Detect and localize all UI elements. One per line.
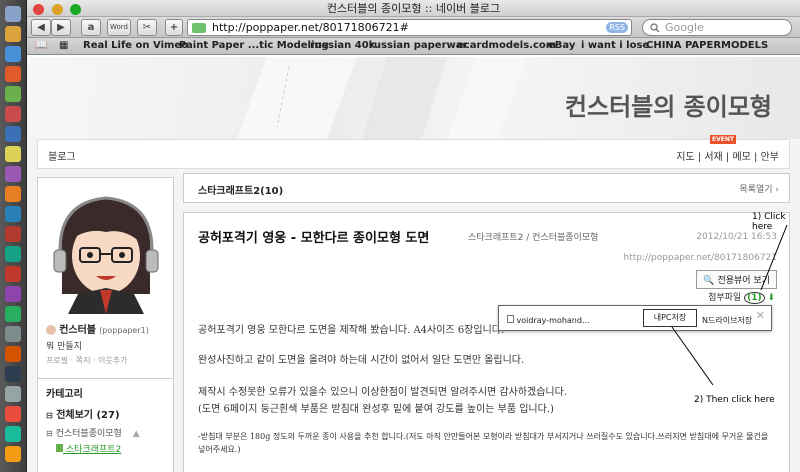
category-label: 컨스터블종이모형 <box>55 429 122 439</box>
back-button[interactable]: ◀ <box>31 19 51 36</box>
attachment-file: voidray-mohand... <box>507 315 590 325</box>
amazon-extension-button[interactable]: a <box>81 19 101 36</box>
post-url[interactable]: http://poppaper.net/80171806721 <box>623 253 777 263</box>
profile-id: (poppaper1) <box>99 326 149 335</box>
category-label: 전체보기 (27) <box>56 410 120 421</box>
chevron-up-icon: ▲ <box>132 429 140 439</box>
category-bar: 스타크래프트2(10) 목록열기 › <box>183 173 790 203</box>
file-name: voidray-mohand... <box>516 316 590 325</box>
window-title: 컨스터블의 종이모형 :: 네이버 블로그 <box>326 2 501 15</box>
category-item[interactable]: 스타크래프트2 <box>56 442 121 455</box>
post-paragraph: 공허포격기 영웅 모한다르 도면을 제작해 봤습니다. A4사이즈 6장입니다. <box>198 325 505 336</box>
profile-mini-icon <box>46 325 56 335</box>
annotation-step1: 1) Click here <box>752 212 786 232</box>
avatar-character-icon <box>44 184 168 314</box>
bookmark-item[interactable]: Paint Paper ...tic Modeling <box>179 38 329 54</box>
post-paragraph: 완성사진하고 같이 도면을 올려야 하는데 시간이 없어서 일단 도면만 올립니… <box>198 355 525 366</box>
attachment-count[interactable]: (1) <box>744 292 765 304</box>
bookmark-item[interactable]: eBay <box>548 38 575 54</box>
category-item[interactable]: ⊟ 전체보기 (27) <box>46 406 120 421</box>
favicon-icon <box>192 23 206 33</box>
forward-button[interactable]: ▶ <box>51 19 71 36</box>
attachment-popup: voidray-mohand... 내PC저장 N드라이브저장 ✕ <box>498 305 772 331</box>
search-placeholder: Google <box>665 21 704 34</box>
zoom-window-button[interactable] <box>70 4 81 15</box>
minimize-window-button[interactable] <box>51 4 63 15</box>
blog-page: 컨스터블의 종이모형 블로그 EVENT 지도 | 서재 | 메모 | 안부 컨… <box>27 57 800 472</box>
rss-badge[interactable]: RSS <box>606 22 628 33</box>
grid-icon[interactable]: ▦ <box>59 38 68 54</box>
post-date: 2012/10/21 16:53 <box>696 232 777 242</box>
bookmark-item[interactable]: i want i lose <box>581 38 649 54</box>
bookmark-item[interactable]: ecardmodels.com <box>457 38 556 54</box>
clip-extension-button[interactable]: ✂ <box>137 19 157 36</box>
bookmark-item[interactable]: CHINA PAPERMODELS <box>646 38 768 54</box>
blog-banner: 컨스터블의 종이모형 <box>27 57 800 139</box>
download-arrow-icon[interactable]: ⬇ <box>767 293 775 303</box>
collapse-icon: ⊟ <box>46 429 53 438</box>
page-icon <box>56 444 63 452</box>
divider <box>38 378 173 379</box>
category-header: 카테고리 <box>46 389 83 400</box>
close-icon[interactable]: ✕ <box>756 309 765 322</box>
nav-blog-link[interactable]: 블로그 <box>48 148 76 163</box>
open-book-icon[interactable]: 📖 <box>35 38 47 54</box>
post-note: -받침대 부분은 180g 정도의 두꺼운 종이 사용을 추천 합니다.(저도 … <box>198 432 769 454</box>
post-title[interactable]: 공허포격기 영웅 - 모한다르 종이모형 도면 <box>198 227 429 246</box>
bookmarks-bar: 📖 ▦ Real Life on Vimeo Paint Paper ...ti… <box>27 38 800 55</box>
category-bar-title: 스타크래프트2(10) <box>198 186 284 197</box>
category-label: 스타크래프트2 <box>65 445 122 455</box>
category-item[interactable]: ⊟ 컨스터블종이모형 ▲ <box>46 426 140 439</box>
url-bar[interactable]: http://poppaper.net/80171806721# RSS <box>187 19 632 36</box>
list-open-link[interactable]: 목록열기 › <box>739 182 779 195</box>
post-paragraph: (도면 6페이지 둥근흰색 부품은 받침대 완성후 밑에 붙여 강도를 높이는 … <box>198 404 554 415</box>
top-navigation: 블로그 EVENT 지도 | 서재 | 메모 | 안부 <box>37 135 790 169</box>
mobile-viewer-label: 전용뷰어 보기 <box>717 276 770 286</box>
nav-links[interactable]: 지도 | 서재 | 메모 | 안부 <box>676 148 779 163</box>
file-icon <box>507 315 514 323</box>
close-window-button[interactable] <box>33 4 44 15</box>
bookmark-item[interactable]: Real Life on Vimeo <box>83 38 188 54</box>
save-to-pc-button[interactable]: 내PC저장 <box>643 309 697 327</box>
event-badge: EVENT <box>710 135 736 144</box>
post-category[interactable]: 스타크래프트2 / 컨스터블종이모형 <box>468 230 598 243</box>
collapse-icon: ⊟ <box>46 411 53 420</box>
profile-links[interactable]: 프로필 · 쪽지 · 이웃추가 <box>46 355 128 366</box>
bookmark-item[interactable]: russian 40k <box>310 38 375 54</box>
word-extension-button[interactable]: Word <box>107 19 131 36</box>
dock <box>0 0 27 472</box>
profile-greeting: 뭐 만들지 <box>46 342 82 352</box>
bookmark-item[interactable]: russian paperwar <box>369 38 467 54</box>
post-paragraph: 제작시 수정못한 오류가 있을수 있으니 이상한점이 발견되면 알려주시면 감사… <box>198 387 568 398</box>
search-icon <box>650 23 660 33</box>
profile-avatar <box>44 184 168 314</box>
magnifier-icon: 🔍 <box>703 276 715 286</box>
profile-nickname[interactable]: 컨스터블 <box>59 325 96 336</box>
save-to-ndrive-button[interactable]: N드라이브저장 <box>702 315 752 326</box>
post-card: 공허포격기 영웅 - 모한다르 종이모형 도면 스타크래프트2 / 컨스터블종이… <box>183 212 790 472</box>
add-bookmark-button[interactable]: + <box>165 19 183 36</box>
profile-name-row: 컨스터블 (poppaper1) <box>46 321 149 336</box>
sidebar: 컨스터블 (poppaper1) 뭐 만들지 프로필 · 쪽지 · 이웃추가 카… <box>37 177 174 472</box>
attachment-label: 첨부파일 <box>708 293 742 303</box>
browser-toolbar: ◀ ▶ a Word ✂ + http://poppaper.net/80171… <box>27 17 800 38</box>
url-text: http://poppaper.net/80171806721# <box>212 21 409 34</box>
attachment-row: 첨부파일 (1) ⬇ <box>708 290 775 304</box>
blog-title[interactable]: 컨스터블의 종이모형 <box>565 87 772 122</box>
browser-window: 컨스터블의 종이모형 :: 네이버 블로그 ◀ ▶ a Word ✂ + htt… <box>27 0 800 472</box>
search-input[interactable]: Google <box>642 19 792 36</box>
title-bar: 컨스터블의 종이모형 :: 네이버 블로그 <box>27 0 800 17</box>
annotation-step2: 2) Then click here <box>694 395 775 405</box>
mobile-viewer-button[interactable]: 🔍 전용뷰어 보기 <box>696 270 777 289</box>
